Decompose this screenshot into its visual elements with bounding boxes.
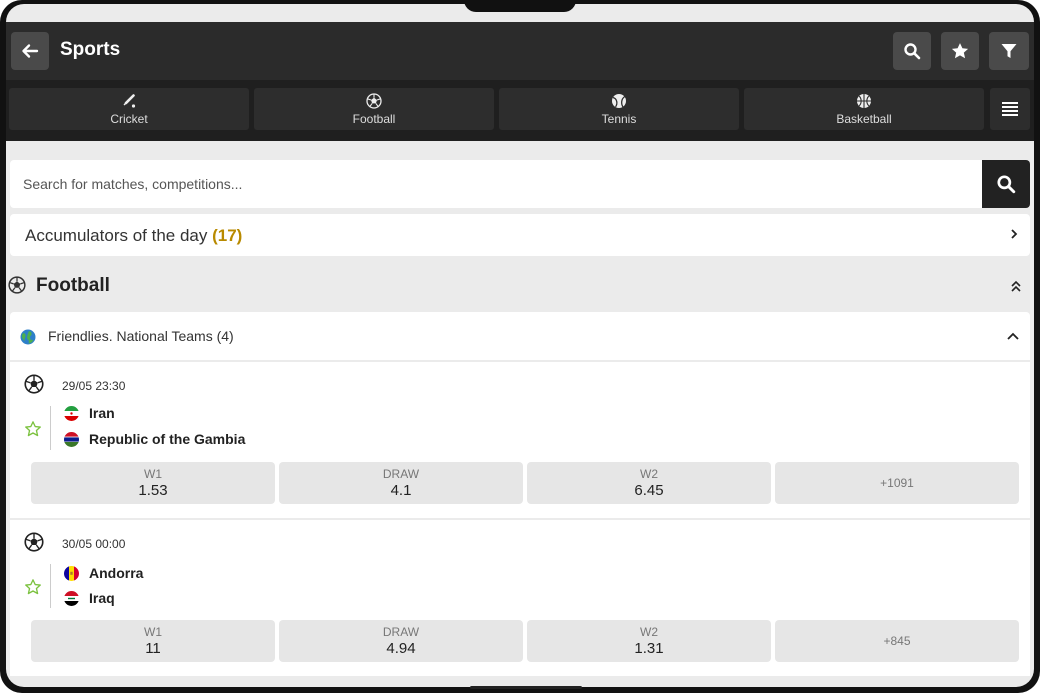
search-bar (10, 160, 1030, 208)
iraq-flag-icon (64, 590, 79, 606)
back-button[interactable] (11, 32, 49, 70)
odds-label: DRAW (382, 467, 420, 481)
tab-cricket[interactable]: Cricket (9, 88, 249, 130)
odds-label: W2 (640, 625, 658, 639)
football-section-header[interactable]: Football (6, 268, 1034, 304)
page-title: Sports (60, 39, 121, 60)
tab-basketball[interactable]: Basketball (744, 88, 984, 130)
search-icon (904, 43, 921, 60)
team-row: Iran (64, 405, 115, 421)
odds-label: DRAW (382, 625, 420, 639)
globe-icon (20, 329, 36, 345)
tennis-ball-icon (612, 93, 626, 108)
odds-value: 4.94 (386, 640, 416, 657)
odds-value: 1.53 (138, 482, 168, 499)
odds-button-draw[interactable]: DRAW 4.94 (279, 620, 523, 662)
accumulators-text: Accumulators of the day (25, 226, 208, 245)
device-notch (464, 0, 576, 12)
soccer-ball-icon (24, 532, 44, 552)
odds-value: 6.45 (634, 482, 664, 499)
andorra-flag-icon (64, 565, 79, 581)
sport-tabs: Cricket Football Tennis Basketball (6, 80, 1034, 141)
team-name: Iran (89, 405, 115, 421)
odds-label: W2 (640, 467, 658, 481)
home-indicator (470, 686, 582, 689)
odds-button-w2[interactable]: W2 6.45 (527, 462, 771, 504)
accumulators-count: (17) (212, 226, 243, 245)
basketball-icon (857, 93, 871, 108)
soccer-ball-icon (24, 374, 44, 394)
team-name: Iraq (89, 590, 115, 606)
search-button[interactable] (893, 32, 931, 70)
tab-tennis[interactable]: Tennis (499, 88, 739, 130)
accumulators-of-day-row[interactable]: Accumulators of the day (17) (10, 214, 1030, 256)
team-row: Iraq (64, 590, 115, 606)
filter-button[interactable] (989, 32, 1029, 70)
league-header[interactable]: Friendlies. National Teams (4) (10, 312, 1030, 360)
section-title: Football (36, 275, 110, 296)
odds-button-w2[interactable]: W2 1.31 (527, 620, 771, 662)
team-row: Andorra (64, 565, 143, 581)
favorite-star-icon[interactable] (24, 578, 42, 596)
tab-label: Basketball (836, 111, 892, 126)
odds-button-draw[interactable]: DRAW 4.1 (279, 462, 523, 504)
more-markets-button[interactable]: +1091 (775, 462, 1019, 504)
odds-label: W1 (144, 467, 162, 481)
cricket-bat-icon (123, 93, 136, 108)
search-submit-button[interactable] (982, 160, 1030, 208)
odds-value: 1.31 (634, 640, 664, 657)
top-bar: Sports (6, 22, 1034, 80)
all-sports-menu-button[interactable] (990, 88, 1030, 130)
team-name: Andorra (89, 565, 144, 581)
tab-label: Cricket (110, 111, 148, 126)
tab-football[interactable]: Football (254, 88, 494, 130)
more-markets-count: +845 (883, 634, 911, 648)
team-row: Republic of the Gambia (64, 431, 245, 447)
match-card[interactable]: 30/05 00:00 Andorra Iraq W1 11 DRAW 4.94… (10, 518, 1030, 676)
app-screen: Sports Cricket Football Tennis Basketbal… (6, 4, 1034, 687)
soccer-ball-icon (8, 276, 26, 294)
menu-lines-icon (1002, 102, 1018, 116)
tab-label: Tennis (601, 111, 637, 126)
search-icon (997, 175, 1016, 194)
odds-label: W1 (144, 625, 162, 639)
gambia-flag-icon (64, 431, 79, 447)
match-datetime: 29/05 23:30 (62, 379, 126, 393)
favorite-star-icon[interactable] (24, 420, 42, 438)
team-name: Republic of the Gambia (89, 431, 246, 447)
iran-flag-icon (64, 405, 79, 421)
back-arrow-icon (22, 44, 39, 58)
more-markets-button[interactable]: +845 (775, 620, 1019, 662)
match-card[interactable]: 29/05 23:30 Iran Republic of the Gambia … (10, 360, 1030, 518)
accumulators-label: Accumulators of the day (17) (25, 226, 242, 246)
device-frame: Sports Cricket Football Tennis Basketbal… (0, 0, 1040, 693)
chevron-right-icon (1011, 229, 1018, 239)
league-name: Friendlies. National Teams (4) (48, 328, 234, 344)
odds-button-w1[interactable]: W1 1.53 (31, 462, 275, 504)
soccer-ball-icon (366, 92, 382, 109)
chevron-up-icon[interactable] (1006, 330, 1020, 342)
favorites-button[interactable] (941, 32, 979, 70)
odds-value: 11 (145, 640, 161, 657)
divider (50, 564, 51, 608)
search-input[interactable] (10, 160, 983, 208)
match-datetime: 30/05 00:00 (62, 537, 126, 551)
more-markets-count: +1091 (880, 476, 914, 490)
divider (50, 406, 51, 450)
odds-value: 4.1 (390, 482, 412, 499)
double-chevron-up-icon[interactable] (1010, 279, 1022, 293)
odds-button-w1[interactable]: W1 11 (31, 620, 275, 662)
filter-icon (1001, 44, 1017, 58)
tab-label: Football (352, 111, 396, 126)
star-icon (951, 43, 969, 59)
